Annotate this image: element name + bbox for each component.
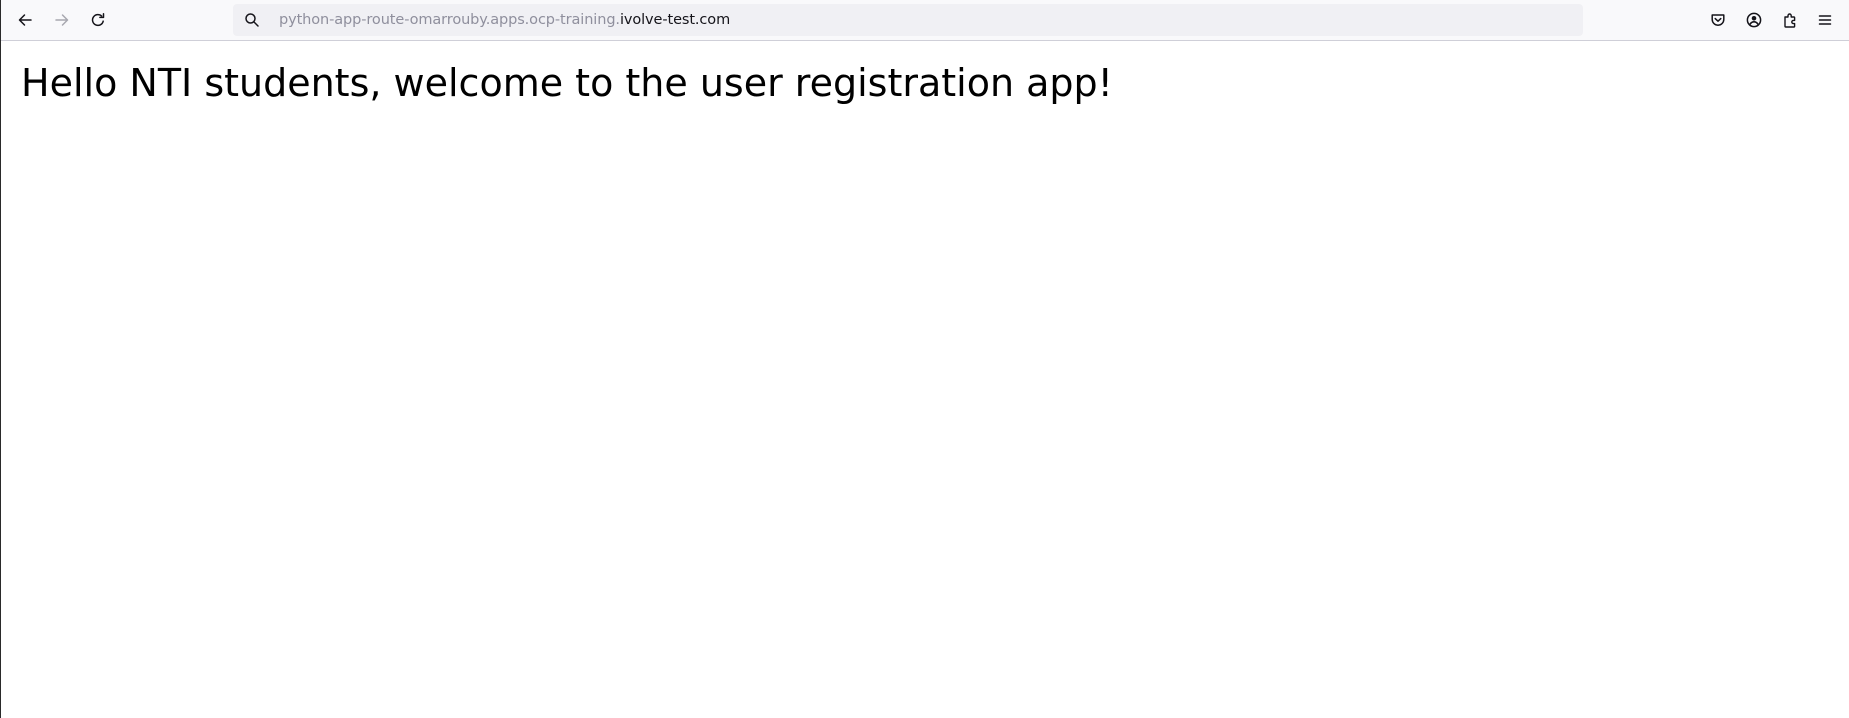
reload-button[interactable]: [84, 6, 112, 34]
url-prefix: python-app-route-omarrouby.apps.ocp-trai…: [279, 12, 620, 28]
arrow-left-icon: [18, 14, 32, 26]
extensions-button[interactable]: [1776, 6, 1804, 34]
pocket-button[interactable]: [1704, 6, 1732, 34]
url-domain: ivolve-test.com: [619, 12, 731, 28]
browser-window: python-app-route-omarrouby.apps.ocp-trai…: [0, 0, 1849, 718]
page-heading: Hello NTI students, welcome to the user …: [21, 61, 1113, 105]
account-button[interactable]: [1740, 6, 1768, 34]
page-content: Hello NTI students, welcome to the user …: [1, 41, 1849, 718]
hamburger-menu-button[interactable]: [1811, 6, 1839, 34]
pocket-icon: [1711, 14, 1725, 26]
account-icon: [1746, 12, 1762, 28]
hamburger-menu-icon: [1818, 15, 1832, 25]
back-button[interactable]: [11, 6, 39, 34]
search-icon: [245, 13, 259, 27]
url-bar[interactable]: python-app-route-omarrouby.apps.ocp-trai…: [233, 4, 1583, 36]
forward-button[interactable]: [48, 6, 76, 34]
extensions-icon: [1784, 13, 1796, 28]
reload-icon: [91, 13, 105, 27]
browser-toolbar: python-app-route-omarrouby.apps.ocp-trai…: [1, 0, 1849, 41]
url-text[interactable]: python-app-route-omarrouby.apps.ocp-trai…: [279, 11, 730, 29]
arrow-right-icon: [55, 14, 69, 26]
